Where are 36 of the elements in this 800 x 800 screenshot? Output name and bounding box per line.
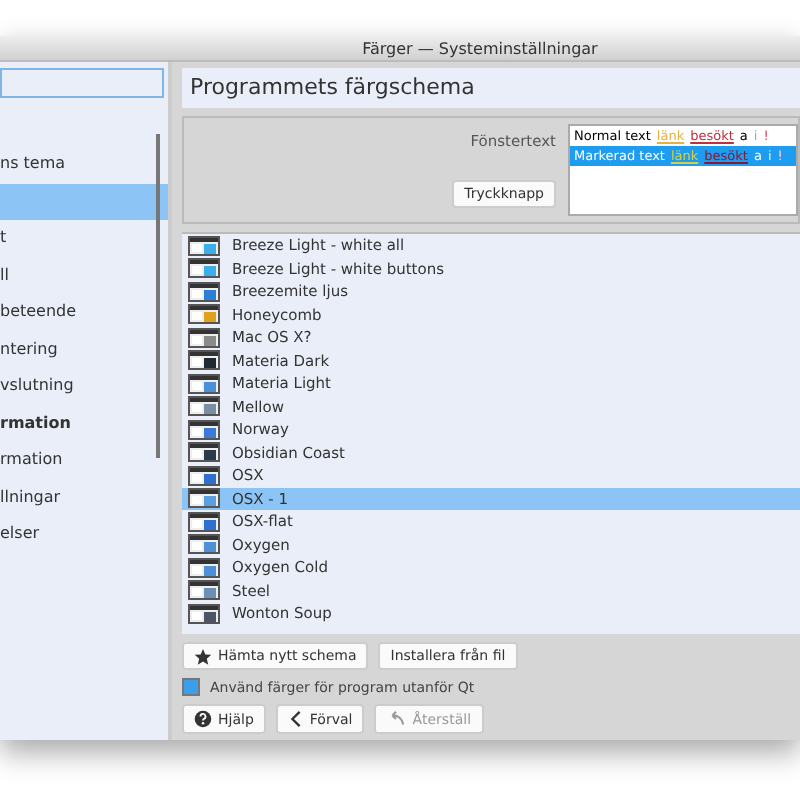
scheme-preview-icon [188, 442, 220, 463]
sidebar-item[interactable] [0, 183, 168, 220]
sidebar-item[interactable]: vslutning [0, 368, 168, 405]
scheme-preview-icon [188, 373, 220, 394]
help-icon [194, 710, 212, 728]
sidebar-item[interactable]: ntering [0, 331, 168, 368]
sidebar-item[interactable]: ns tema [0, 146, 168, 183]
star-icon [194, 647, 212, 665]
scheme-preview-icon [188, 304, 220, 325]
scheme-preview-icon [188, 534, 220, 555]
scrollbar[interactable] [156, 134, 160, 458]
scheme-preview-icon [188, 350, 220, 371]
sidebar-item[interactable]: beteende [0, 294, 168, 331]
sidebar-item[interactable]: llningar [0, 479, 168, 516]
search-field[interactable] [0, 68, 164, 98]
undo-icon [386, 710, 407, 728]
page-header: Programmets färgschema [182, 68, 800, 108]
scheme-preview-icon [188, 419, 220, 440]
scheme-preview-icon [188, 396, 220, 417]
scheme-preview-icon [188, 511, 220, 532]
sidebar-item[interactable]: ll [0, 257, 168, 294]
checkbox[interactable] [182, 678, 200, 696]
window-title: Färger — Systeminställningar [362, 39, 598, 57]
scheme-preview-icon [188, 465, 220, 486]
sidebar-item[interactable]: elser [0, 516, 168, 553]
scheme-preview-icon [188, 488, 220, 509]
scheme-preview-icon [188, 603, 220, 624]
scheme-preview-icon [188, 580, 220, 601]
sidebar-item[interactable]: rmation [0, 442, 168, 479]
chevron-left-icon [287, 710, 304, 728]
scheme-preview-icon [188, 557, 220, 578]
scheme-preview-icon [188, 258, 220, 279]
sidebar-item[interactable]: t [0, 220, 168, 257]
scheme-preview-icon [188, 281, 220, 302]
sidebar-section-header: rmation [0, 411, 73, 435]
scheme-preview-icon [188, 327, 220, 348]
